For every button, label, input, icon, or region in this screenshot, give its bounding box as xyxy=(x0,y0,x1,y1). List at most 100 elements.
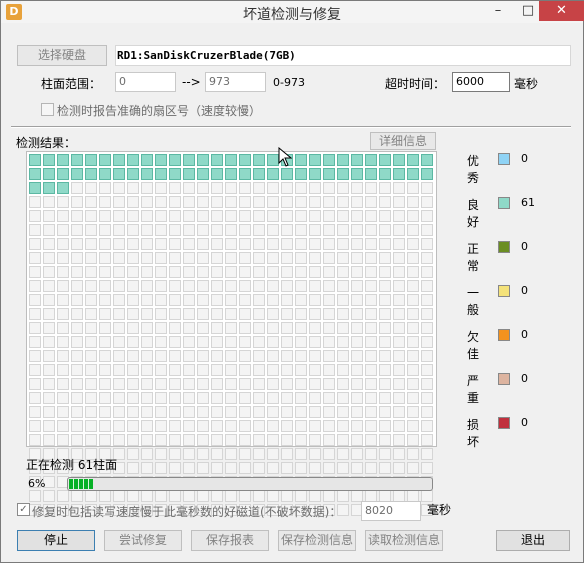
cylinder-cell xyxy=(43,322,55,334)
cylinder-cell xyxy=(113,378,125,390)
cylinder-cell xyxy=(295,182,307,194)
report-sector-checkbox[interactable] xyxy=(41,103,54,116)
legend-count: 0 xyxy=(521,328,528,341)
cylinder-cell xyxy=(393,378,405,390)
cylinder-cell xyxy=(197,280,209,292)
cylinder-cell xyxy=(99,392,111,404)
cylinder-cell xyxy=(407,182,419,194)
cylinder-cell xyxy=(57,238,69,250)
cylinder-cell xyxy=(85,280,97,292)
cylinder-cell xyxy=(281,168,293,180)
minimize-button[interactable]: – xyxy=(485,1,511,21)
cylinder-cell xyxy=(365,392,377,404)
repair-threshold-input[interactable]: 8020 xyxy=(361,501,421,521)
cylinder-cell xyxy=(71,420,83,432)
load-scan-info-button[interactable]: 读取检测信息 xyxy=(365,530,443,551)
legend-label: 一般 xyxy=(467,286,480,317)
cylinder-cell xyxy=(351,280,363,292)
cylinder-cell xyxy=(295,350,307,362)
cylinder-cell xyxy=(155,308,167,320)
cylinder-cell xyxy=(239,266,251,278)
save-scan-info-button[interactable]: 保存检测信息 xyxy=(278,530,356,551)
scan-status: 正在检测 61柱面 xyxy=(26,458,118,472)
cylinder-cell xyxy=(57,350,69,362)
cylinder-cell xyxy=(169,196,181,208)
cylinder-cell xyxy=(197,266,209,278)
cylinder-cell xyxy=(43,364,55,376)
cylinder-cell xyxy=(57,490,69,502)
maximize-button[interactable]: □ xyxy=(515,1,541,21)
cylinder-cell xyxy=(295,168,307,180)
cylinder-cell xyxy=(29,238,41,250)
cylinder-from-input[interactable]: 0 xyxy=(115,72,176,92)
cylinder-cell xyxy=(351,336,363,348)
cylinder-cell xyxy=(211,266,223,278)
cylinder-cell xyxy=(169,238,181,250)
cylinder-cell xyxy=(183,336,195,348)
cylinder-cell xyxy=(379,266,391,278)
cylinder-cell xyxy=(127,406,139,418)
select-disk-button[interactable]: 选择硬盘 xyxy=(17,45,107,66)
cylinder-cell xyxy=(43,266,55,278)
cylinder-cell xyxy=(267,392,279,404)
cylinder-cell xyxy=(155,420,167,432)
title-bar: D 坏道检测与修复 – □ ✕ xyxy=(1,1,584,23)
cylinder-cell xyxy=(351,294,363,306)
cylinder-cell xyxy=(239,308,251,320)
cylinder-cell xyxy=(197,392,209,404)
cylinder-cell xyxy=(295,154,307,166)
cylinder-cell xyxy=(211,182,223,194)
cylinder-cell xyxy=(169,490,181,502)
try-repair-button[interactable]: 尝试修复 xyxy=(104,530,182,551)
details-button[interactable]: 详细信息 xyxy=(370,132,436,150)
cylinder-cell xyxy=(351,322,363,334)
repair-slow-checkbox[interactable]: ✓ xyxy=(17,503,30,516)
cylinder-cell xyxy=(239,462,251,474)
cylinder-cell xyxy=(99,238,111,250)
close-button[interactable]: ✕ xyxy=(539,1,584,21)
cylinder-cell xyxy=(253,448,265,460)
cylinder-cell xyxy=(169,350,181,362)
cylinder-cell xyxy=(43,252,55,264)
cylinder-cell xyxy=(379,238,391,250)
cylinder-cell xyxy=(225,322,237,334)
cylinder-to-input[interactable]: 973 xyxy=(205,72,266,92)
cylinder-cell xyxy=(295,294,307,306)
cylinder-cell xyxy=(211,308,223,320)
cylinder-cell xyxy=(183,210,195,222)
cylinder-cell xyxy=(281,322,293,334)
stop-button[interactable]: 停止 xyxy=(17,530,95,551)
cylinder-cell xyxy=(43,224,55,236)
cylinder-cell xyxy=(407,224,419,236)
cylinder-cell xyxy=(281,434,293,446)
cylinder-cell xyxy=(183,280,195,292)
cylinder-cell xyxy=(225,196,237,208)
exit-button[interactable]: 退出 xyxy=(496,530,570,551)
cylinder-cell xyxy=(85,308,97,320)
cylinder-cell xyxy=(351,392,363,404)
cylinder-cell xyxy=(379,182,391,194)
cylinder-cell xyxy=(99,154,111,166)
cylinder-cell xyxy=(225,392,237,404)
cylinder-cell xyxy=(337,182,349,194)
timeout-input[interactable]: 6000 xyxy=(452,72,510,92)
cylinder-cell xyxy=(29,336,41,348)
cylinder-cell xyxy=(253,280,265,292)
cylinder-cell xyxy=(379,336,391,348)
cylinder-cell xyxy=(337,294,349,306)
save-report-button[interactable]: 保存报表 xyxy=(191,530,269,551)
cylinder-cell xyxy=(267,168,279,180)
cylinder-cell xyxy=(253,210,265,222)
cylinder-cell xyxy=(113,308,125,320)
cylinder-cell xyxy=(393,168,405,180)
cylinder-cell xyxy=(295,322,307,334)
cylinder-cell xyxy=(155,406,167,418)
cylinder-cell xyxy=(113,322,125,334)
cylinder-cell xyxy=(239,294,251,306)
cylinder-cell xyxy=(127,490,139,502)
cylinder-cell xyxy=(239,252,251,264)
cylinder-cell xyxy=(197,238,209,250)
cylinder-cell xyxy=(85,420,97,432)
cylinder-cell xyxy=(71,350,83,362)
cylinder-cell xyxy=(379,420,391,432)
